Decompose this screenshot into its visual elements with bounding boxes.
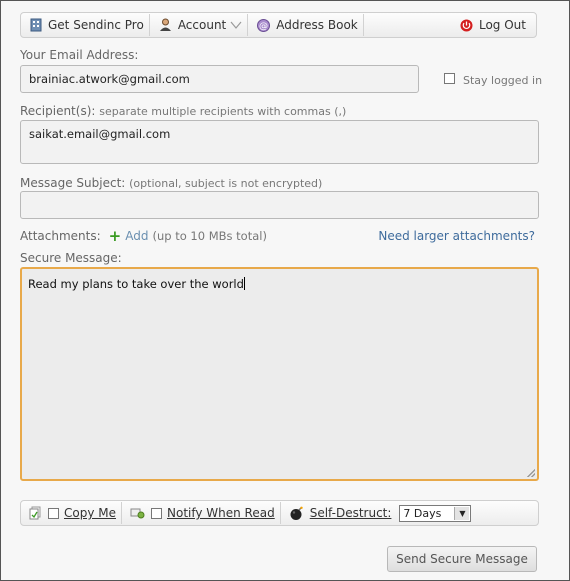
copy-me-option[interactable]: Copy Me [21, 501, 121, 525]
options-bar: Copy Me Notify When Read Self-Destruct: … [20, 500, 539, 526]
recipients-value: saikat.email@gmail.com [29, 127, 171, 141]
self-destruct-label[interactable]: Self-Destruct: [310, 506, 392, 520]
compose-window: Get Sendinc Pro Account @ Address Book L… [0, 0, 570, 581]
notify-option[interactable]: Notify When Read [122, 501, 280, 525]
stay-logged-in-label: Stay logged in [463, 74, 543, 87]
add-attachment-link[interactable]: Add [125, 229, 148, 243]
attachments-label: Attachments: [20, 229, 101, 243]
power-icon [460, 19, 473, 31]
copy-me-checkbox[interactable] [48, 507, 59, 519]
attachments-row: Attachments: + Add (up to 10 MBs total) … [20, 229, 535, 244]
subject-label-text: Message Subject: [20, 176, 126, 190]
recipients-field[interactable]: saikat.email@gmail.com [20, 120, 539, 164]
get-pro-button[interactable]: Get Sendinc Pro [21, 13, 149, 37]
user-icon [159, 18, 171, 31]
address-book-button[interactable]: @ Address Book [248, 13, 362, 37]
text-caret [243, 277, 245, 290]
self-destruct-option: Self-Destruct: 7 Days ▼ [281, 501, 477, 525]
subject-field[interactable] [20, 191, 539, 219]
logout-label: Log Out [478, 18, 526, 32]
stay-logged-in[interactable]: Stay logged in [444, 70, 542, 87]
subject-hint: (optional, subject is not encrypted) [129, 177, 323, 190]
recipients-label: Recipient(s): separate multiple recipien… [20, 104, 346, 118]
message-label: Secure Message: [20, 251, 122, 265]
notify-icon [130, 508, 145, 519]
account-menu-button[interactable]: Account [150, 13, 247, 37]
address-book-label: Address Book [276, 18, 358, 32]
attachment-limit: (up to 10 MBs total) [152, 229, 267, 243]
larger-attachments-link[interactable]: Need larger attachments? [378, 229, 535, 243]
message-textarea[interactable]: Read my plans to take over the world [20, 267, 539, 481]
email-label: Your Email Address: [20, 48, 139, 62]
self-destruct-value: 7 Days [403, 506, 442, 520]
toolbar-divider [362, 14, 364, 36]
copy-icon [29, 506, 41, 520]
notify-label[interactable]: Notify When Read [167, 506, 275, 520]
plus-icon[interactable]: + [109, 229, 122, 244]
send-secure-message-button[interactable]: Send Secure Message [387, 546, 537, 572]
stay-logged-in-checkbox[interactable] [444, 73, 455, 84]
at-sign-icon: @ [257, 18, 271, 32]
notify-checkbox[interactable] [151, 507, 162, 519]
chevron-down-icon: ▼ [454, 506, 470, 520]
chevron-down-icon [230, 21, 242, 29]
recipients-label-text: Recipient(s): [20, 104, 96, 118]
account-label: Account [177, 18, 227, 32]
logout-button[interactable]: Log Out [451, 13, 536, 37]
email-value: brainiac.atwork@gmail.com [29, 72, 190, 86]
subject-label: Message Subject: (optional, subject is n… [20, 176, 322, 190]
email-field[interactable]: brainiac.atwork@gmail.com [20, 65, 419, 93]
svg-text:@: @ [259, 21, 268, 31]
building-icon [30, 18, 42, 32]
recipients-hint: separate multiple recipients with commas… [99, 105, 347, 118]
resize-grip-icon[interactable] [527, 469, 535, 477]
get-pro-label: Get Sendinc Pro [48, 18, 144, 32]
top-toolbar: Get Sendinc Pro Account @ Address Book L… [20, 12, 537, 38]
bomb-icon [290, 506, 303, 520]
message-value: Read my plans to take over the world [28, 277, 244, 291]
self-destruct-select[interactable]: 7 Days ▼ [399, 504, 472, 522]
copy-me-label[interactable]: Copy Me [64, 506, 116, 520]
